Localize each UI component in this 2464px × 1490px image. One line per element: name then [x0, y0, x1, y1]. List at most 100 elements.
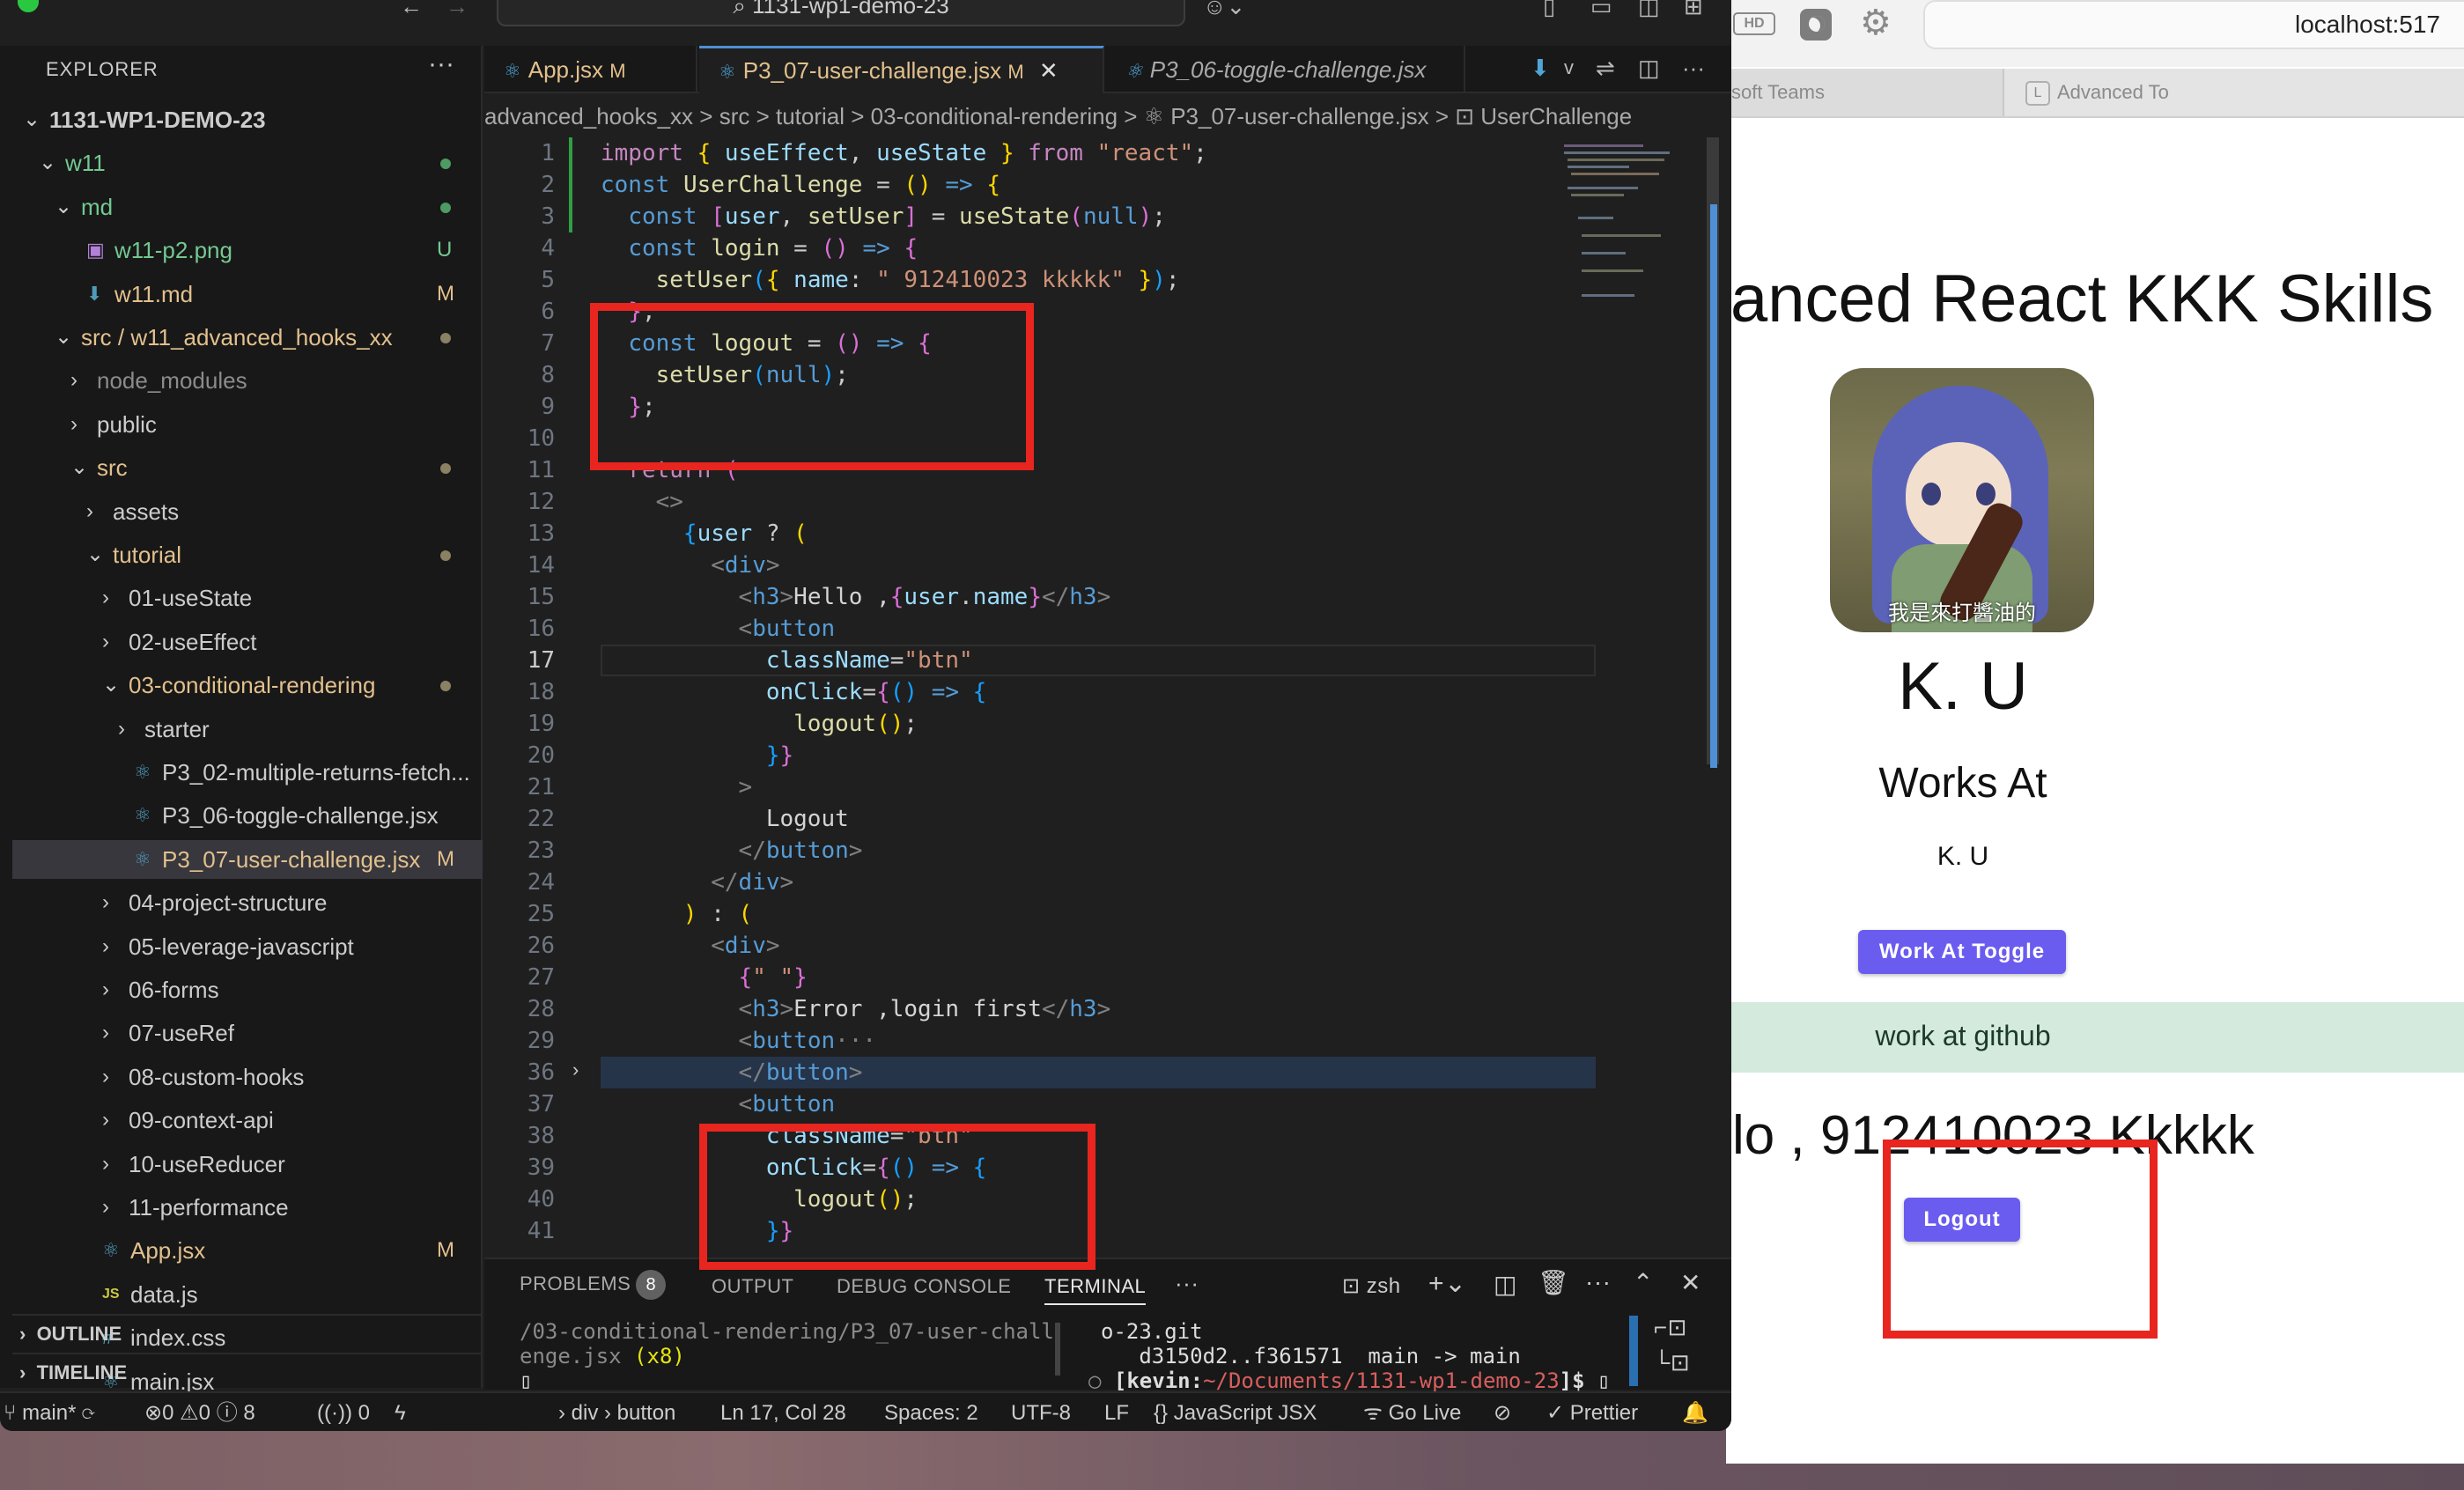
compare-changes-icon[interactable]: ⇌ [1596, 56, 1615, 79]
minimap[interactable] [1559, 137, 1696, 313]
copilot-icon[interactable]: ☺⌄ [1203, 0, 1245, 18]
tab-output[interactable]: OUTPUT [712, 1275, 793, 1298]
terminal-scrollbar[interactable] [1629, 1316, 1638, 1386]
close-icon[interactable]: ✕ [1039, 57, 1059, 84]
tree-item[interactable]: ⚛ App.jsx M [12, 1231, 483, 1270]
code-line[interactable]: 41 }} [484, 1215, 1731, 1247]
tree-item[interactable]: ⚛ P3_07-user-challenge.jsx M [12, 839, 483, 879]
tree-item[interactable]: › 02-useEffect [12, 623, 483, 661]
hd-badge[interactable]: HD [1733, 12, 1775, 35]
tree-item[interactable]: ⌄ w11 [12, 144, 483, 182]
split-editor-icon[interactable]: ◫ [1638, 56, 1660, 79]
tree-item[interactable]: › 06-forms [12, 970, 483, 1009]
code-line[interactable]: 12 <> [484, 486, 1731, 518]
version-indicator[interactable]: v [1564, 56, 1574, 79]
code-line[interactable]: 5 setUser({ name: " 912410023 kkkkk" }); [484, 264, 1731, 296]
tab-user-challenge[interactable]: ⚛ P3_07-user-challenge.jsx M ✕ [699, 46, 1104, 93]
go-live[interactable]: ᯤ Go Live [1363, 1393, 1461, 1431]
tree-item[interactable]: › 10-useReducer [12, 1145, 483, 1184]
lightning-icon[interactable]: ϟ [395, 1393, 406, 1431]
code-line[interactable]: 22 Logout [484, 803, 1731, 835]
address-bar[interactable]: localhost:517 [1923, 0, 2464, 49]
terminal-more-icon[interactable]: ··· [1585, 1268, 1611, 1296]
code-line[interactable]: 24 </div> [484, 867, 1731, 898]
tab-app-jsx[interactable]: ⚛ App.jsx M [484, 46, 697, 93]
tree-item[interactable]: ⚛ P3_06-toggle-challenge.jsx [12, 796, 483, 835]
code-line[interactable]: 38 className="btn" [484, 1120, 1731, 1152]
tree-item[interactable]: ⌄ tutorial [12, 535, 483, 574]
tab-terminal[interactable]: TERMINAL [1044, 1275, 1147, 1305]
forward-arrow-icon[interactable]: → [446, 0, 468, 18]
tree-item[interactable]: › 05-leverage-javascript [12, 927, 483, 966]
dark-mode-icon[interactable] [1800, 9, 1832, 41]
new-terminal-icon[interactable]: +⌄ [1428, 1268, 1467, 1299]
code-line[interactable]: 28 <h3>Error ,login first</h3> [484, 993, 1731, 1025]
gear-icon[interactable]: ⚙ [1860, 5, 1892, 41]
tree-item[interactable]: › 11-performance [12, 1188, 483, 1227]
code-line[interactable]: 1 import { useEffect, useState } from "re… [484, 137, 1731, 169]
code-line[interactable]: 4 const login = () => { [484, 232, 1731, 264]
maximize-panel-icon[interactable]: ⌃ [1633, 1268, 1654, 1297]
work-at-toggle-button[interactable]: Work At Toggle [1858, 930, 2066, 974]
tree-item[interactable]: ⌄ md [12, 188, 483, 226]
copilot-status-icon[interactable]: ⊘ [1494, 1393, 1511, 1431]
code-line[interactable]: 20 }} [484, 740, 1731, 771]
branch-indicator[interactable]: ⑂ main* ⟳ [4, 1393, 95, 1431]
element-path[interactable]: › div › button [558, 1393, 675, 1431]
ports-indicator[interactable]: ((·)) 0 [317, 1393, 370, 1431]
browser-tab-advanced[interactable]: L Advanced To [2025, 69, 2464, 116]
language-mode[interactable]: {} JavaScript JSX [1154, 1393, 1317, 1431]
tab-debug-console[interactable]: DEBUG CONSOLE [837, 1275, 1011, 1298]
explorer-more-icon[interactable]: ··· [428, 49, 454, 79]
code-line[interactable]: 26 <div> [484, 930, 1731, 962]
browser-tab-teams[interactable]: soft Teams [1726, 69, 2004, 116]
tab-problems[interactable]: PROBLEMS 8 [520, 1270, 667, 1300]
tree-item[interactable]: › 09-context-api [12, 1101, 483, 1140]
problems-summary[interactable]: ⊗0 ⚠0 ⓘ 8 [144, 1393, 255, 1431]
code-line[interactable]: 40 logout(); [484, 1184, 1731, 1215]
code-line[interactable]: 15 <h3>Hello ,{user.name}</h3> [484, 581, 1731, 613]
tree-item[interactable]: › 01-useState [12, 579, 483, 617]
tree-item[interactable]: ⌄ 03-conditional-rendering [12, 666, 483, 704]
back-arrow-icon[interactable]: ← [400, 0, 423, 18]
panel-more-icon[interactable]: ··· [1175, 1270, 1199, 1297]
prettier-status[interactable]: ✓ Prettier [1546, 1393, 1638, 1431]
tree-item[interactable]: › node_modules [12, 361, 483, 400]
code-line[interactable]: 17 className="btn" [484, 645, 1731, 676]
scrollbar-thumb[interactable] [1710, 204, 1717, 768]
terminal-shell[interactable]: ⊡ zsh [1342, 1273, 1401, 1299]
customize-layout-icon[interactable]: ⊞ [1684, 0, 1703, 18]
breadcrumb[interactable]: advanced_hooks_xx > src > tutorial > 03-… [484, 97, 1731, 136]
code-line[interactable]: 25 ) : ( [484, 898, 1731, 930]
code-line[interactable]: 2 const UserChallenge = () => { [484, 169, 1731, 201]
code-line[interactable]: 37 <button [484, 1088, 1731, 1120]
tree-item[interactable]: › 08-custom-hooks [12, 1058, 483, 1096]
code-line[interactable]: 23 </button> [484, 835, 1731, 867]
tree-item[interactable]: › starter [12, 710, 483, 749]
toggle-panel-icon[interactable]: ▭ [1590, 0, 1612, 18]
tree-item[interactable]: › 04-project-structure [12, 883, 483, 922]
tree-item[interactable]: ▣ w11-p2.png U [12, 231, 483, 269]
git-pull-icon[interactable]: ⬇ [1531, 56, 1550, 79]
end-of-line[interactable]: LF [1104, 1393, 1129, 1431]
code-line[interactable]: 13 {user ? ( [484, 518, 1731, 550]
tree-item[interactable]: ⌄ 1131-WP1-DEMO-23 [12, 100, 483, 139]
toggle-sidebar-icon[interactable]: ▯ [1543, 0, 1555, 18]
tree-item[interactable]: ⌄ src [12, 448, 483, 487]
code-line[interactable]: 27 {" "} [484, 962, 1731, 993]
more-actions-icon[interactable]: ··· [1682, 56, 1705, 79]
close-panel-icon[interactable]: ✕ [1680, 1268, 1701, 1297]
timeline-section[interactable]: › TIMELINE [12, 1353, 483, 1391]
bell-icon[interactable]: 🔔 [1682, 1393, 1708, 1431]
tab-toggle-challenge[interactable]: ⚛ P3_06-toggle-challenge.jsx [1106, 46, 1465, 93]
code-line[interactable]: 18 onClick={() => { [484, 676, 1731, 708]
tree-item[interactable]: ⬇ w11.md M [12, 275, 483, 313]
toggle-secondary-icon[interactable]: ◫ [1638, 0, 1660, 18]
code-line[interactable]: 16 <button [484, 613, 1731, 645]
encoding[interactable]: UTF-8 [1011, 1393, 1071, 1431]
outline-section[interactable]: › OUTLINE [12, 1314, 483, 1353]
trash-icon[interactable]: 🗑 [1538, 1268, 1569, 1297]
indentation[interactable]: Spaces: 2 [884, 1393, 978, 1431]
window-zoom-icon[interactable] [18, 0, 39, 12]
terminal-tab-2-icon[interactable]: └⊡ [1654, 1349, 1690, 1376]
